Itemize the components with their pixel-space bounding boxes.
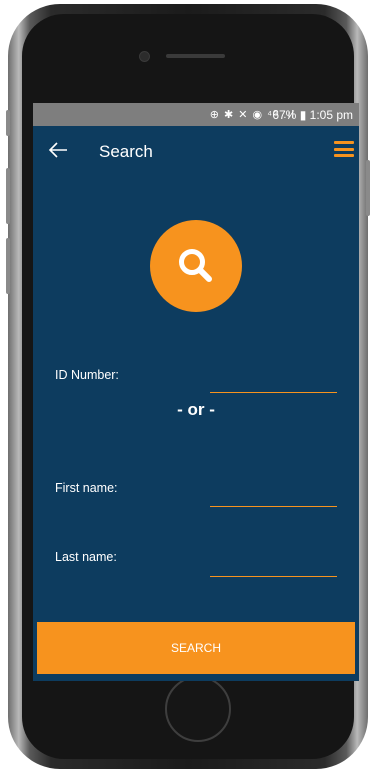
side-button-power bbox=[366, 160, 370, 216]
status-bar: ⊕ ✱ ✕ ◉ ⁴ᴳ .ıl 67% ▮ 1:05 pm bbox=[33, 103, 359, 126]
front-camera bbox=[139, 51, 150, 62]
or-separator: - or - bbox=[177, 400, 215, 419]
status-battery-time: 67% ▮ 1:05 pm bbox=[272, 108, 353, 122]
search-icon bbox=[150, 220, 242, 312]
home-button[interactable] bbox=[165, 676, 231, 742]
app-screen: ⊕ ✱ ✕ ◉ ⁴ᴳ .ıl 67% ▮ 1:05 pm Search ID N… bbox=[33, 103, 359, 681]
side-button-volume-down bbox=[6, 238, 10, 294]
last-name-input[interactable] bbox=[210, 554, 337, 577]
last-name-label: Last name: bbox=[55, 550, 117, 564]
search-button[interactable]: SEARCH bbox=[37, 622, 355, 674]
first-name-input[interactable] bbox=[210, 484, 337, 507]
battery-percent: 67% bbox=[272, 108, 297, 122]
battery-icon: ▮ bbox=[299, 108, 307, 122]
page-title: Search bbox=[99, 142, 153, 161]
app-bar: Search bbox=[33, 126, 359, 178]
id-number-label: ID Number: bbox=[55, 368, 119, 382]
hamburger-menu-icon[interactable] bbox=[334, 141, 354, 157]
side-button-mute bbox=[6, 110, 10, 136]
arrow-left-icon[interactable] bbox=[47, 139, 69, 165]
side-button-volume-up bbox=[6, 168, 10, 224]
first-name-label: First name: bbox=[55, 481, 118, 495]
earpiece-speaker bbox=[166, 54, 225, 58]
status-time: 1:05 pm bbox=[309, 108, 353, 122]
id-number-input[interactable] bbox=[210, 370, 337, 393]
